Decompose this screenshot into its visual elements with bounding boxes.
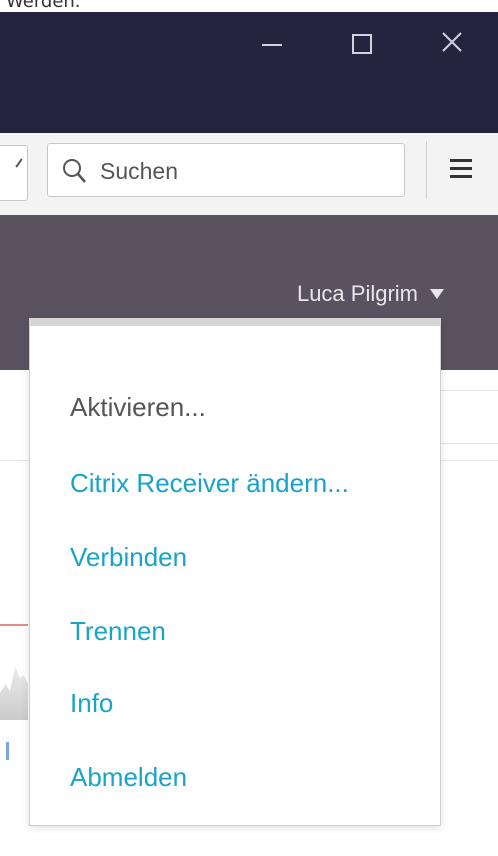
search-input[interactable] <box>98 154 392 188</box>
hamburger-menu-icon[interactable] <box>442 151 482 191</box>
menu-item-disconnect[interactable]: Trennen <box>70 616 166 647</box>
user-menu-button[interactable]: Luca Pilgrim <box>297 281 444 307</box>
chart-fragment-marker <box>6 742 9 760</box>
search-box[interactable] <box>47 143 405 197</box>
user-dropdown-menu: Aktivieren... Citrix Receiver ändern... … <box>29 318 441 826</box>
browser-toolbar <box>0 133 498 216</box>
menu-item-change-citrix-receiver[interactable]: Citrix Receiver ändern... <box>70 468 349 499</box>
chart-fragment-line <box>0 624 28 626</box>
search-icon <box>62 158 86 188</box>
toolbar-separator <box>426 141 427 199</box>
card-edge <box>440 390 498 444</box>
caption-fragment: Werden. <box>0 0 498 12</box>
url-bar[interactable] <box>0 145 28 201</box>
caret-down-icon <box>430 289 444 299</box>
menu-item-activate: Aktivieren... <box>70 392 206 422</box>
close-icon[interactable] <box>432 22 472 62</box>
maximize-icon[interactable] <box>342 22 382 62</box>
chart-fragment-area <box>0 666 28 720</box>
menu-item-info[interactable]: Info <box>70 688 113 719</box>
minimize-icon[interactable] <box>252 22 292 62</box>
caption-text: Werden. <box>6 0 81 12</box>
window-title-bar <box>0 12 498 133</box>
menu-item-logout[interactable]: Abmelden <box>70 762 187 793</box>
user-name: Luca Pilgrim <box>296 281 418 306</box>
menu-item-connect[interactable]: Verbinden <box>70 542 187 573</box>
